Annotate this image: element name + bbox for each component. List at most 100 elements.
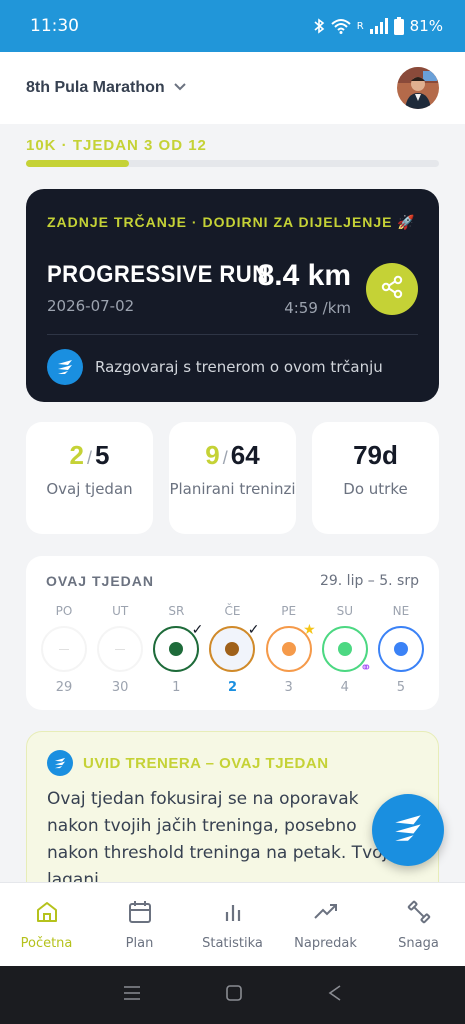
- nav-plan[interactable]: Plan: [95, 899, 185, 951]
- day-item[interactable]: SR ✓ 1: [148, 604, 204, 695]
- stat-value: 2 / 5: [70, 440, 110, 471]
- stat-separator: /: [222, 448, 228, 468]
- star-icon: ★: [303, 621, 316, 637]
- last-run-pace: 4:59 /km: [284, 299, 351, 317]
- day-name: UT: [112, 604, 129, 618]
- insight-title: UVID TRENERA – OVAJ TJEDAN: [83, 754, 329, 772]
- insight-text: Ovaj tjedan fokusiraj se na oporavak nak…: [47, 789, 388, 882]
- day-status-circle: ★: [265, 622, 316, 672]
- insight-header: UVID TRENERA – OVAJ TJEDAN: [47, 750, 329, 776]
- day-number: 5: [396, 680, 406, 695]
- strength-icon: ⚭: [360, 659, 372, 675]
- last-run-distance: 8.4 km: [257, 259, 351, 292]
- stat-card-week[interactable]: 2 / 5 Ovaj tjedan: [26, 422, 153, 534]
- stat-done: 2: [69, 440, 84, 470]
- stat-card-planned[interactable]: 9 / 64 Planirani treninzi: [169, 422, 296, 534]
- coach-chat-link[interactable]: Razgovaraj s trenerom o ovom trčanju: [47, 349, 383, 385]
- coach-logo-icon: [47, 349, 83, 385]
- day-item[interactable]: UT 30: [92, 604, 148, 695]
- stat-label: Planirani treninzi: [169, 480, 296, 498]
- day-name: SR: [168, 604, 185, 618]
- home-icon: [34, 899, 60, 930]
- nav-home[interactable]: Početna: [2, 899, 92, 951]
- coach-fab-button[interactable]: [372, 794, 444, 866]
- coach-chat-text: Razgovaraj s trenerom o ovom trčanju: [95, 358, 383, 376]
- stats-row: 2 / 5 Ovaj tjedan 9 / 64 Planirani treni…: [26, 422, 439, 534]
- day-number: 1: [172, 680, 181, 695]
- day-item[interactable]: PO 29: [36, 604, 92, 695]
- last-run-title: PROGRESSIVE RUN: [47, 261, 269, 288]
- race-name: 8th Pula Marathon: [26, 79, 165, 96]
- day-item[interactable]: NE 5: [373, 604, 429, 695]
- share-icon: [379, 274, 405, 305]
- recents-icon[interactable]: [122, 984, 142, 1007]
- day-item[interactable]: SU ⚭ 4: [317, 604, 373, 695]
- stat-done: 9: [205, 440, 220, 470]
- day-name: SU: [336, 604, 353, 618]
- wifi-icon: [331, 18, 351, 34]
- week-days: PO 29 UT 30 SR ✓ 1 ČE ✓ 2 PE ★ 3 SU ⚭ 4 NE 5: [36, 604, 429, 695]
- plan-progress-fill: [26, 160, 130, 167]
- status-time: 11:30: [30, 16, 79, 36]
- last-run-label: ZADNJE TRČANJE · DODIRNI ZA DIJELJENJE 🚀: [47, 214, 416, 230]
- dumbbell-icon: [406, 899, 432, 930]
- day-name: ČE: [224, 604, 241, 618]
- coach-insight-card[interactable]: UVID TRENERA – OVAJ TJEDAN Ovaj tjedan f…: [26, 731, 439, 882]
- day-number: 4: [340, 680, 349, 695]
- status-bar: 11:30 R 81%: [0, 0, 465, 52]
- workout-dot: [281, 642, 296, 656]
- stat-total: 5: [95, 440, 110, 470]
- bar-chart-icon: [220, 899, 246, 930]
- home-system-icon[interactable]: [225, 984, 243, 1007]
- plan-progress-bar: [26, 160, 439, 167]
- stat-separator: /: [86, 448, 92, 468]
- share-button[interactable]: [366, 263, 418, 315]
- day-item[interactable]: ČE ✓ 2: [204, 604, 260, 695]
- chevron-down-icon: [173, 79, 187, 97]
- divider: [47, 334, 418, 335]
- workout-dot: [337, 642, 352, 656]
- race-selector[interactable]: 8th Pula Marathon: [26, 79, 187, 97]
- calendar-icon: [127, 899, 153, 930]
- workout-dot: [169, 642, 184, 656]
- stat-value: 9 / 64: [205, 440, 259, 471]
- last-run-date: 2026-07-02: [47, 297, 135, 315]
- trend-up-icon: [313, 899, 339, 930]
- bottom-nav: Početna Plan Statistika Napredak Snaga: [0, 882, 465, 966]
- network-label: R: [356, 20, 364, 32]
- bluetooth-icon: [313, 18, 325, 34]
- day-status-circle: [377, 626, 424, 672]
- nav-label: Snaga: [398, 935, 439, 951]
- coach-logo-icon: [388, 808, 428, 853]
- avatar[interactable]: [397, 67, 439, 109]
- nav-label: Statistika: [202, 935, 263, 951]
- day-name: PO: [55, 604, 73, 618]
- checkmark-icon: ✓: [191, 621, 204, 637]
- nav-label: Početna: [20, 935, 73, 951]
- day-status-circle: ⚭: [321, 626, 372, 674]
- system-nav-bar: [0, 966, 465, 1024]
- signal-icon: [369, 18, 388, 34]
- day-item[interactable]: PE ★ 3: [261, 604, 317, 695]
- day-number: 30: [111, 680, 129, 695]
- coach-logo-icon: [47, 750, 73, 776]
- nav-progress[interactable]: Napredak: [281, 899, 371, 951]
- day-number: 3: [284, 680, 293, 695]
- day-name: PE: [281, 604, 297, 618]
- workout-dot: [225, 642, 240, 656]
- day-status-circle: ✓: [153, 622, 203, 672]
- week-title: OVAJ TJEDAN: [46, 573, 154, 589]
- stat-days-left: 79d: [353, 440, 398, 470]
- nav-stats[interactable]: Statistika: [188, 899, 278, 951]
- stat-label: Do utrke: [343, 480, 408, 498]
- home-content[interactable]: 10K · TJEDAN 3 OD 12 ZADNJE TRČANJE · DO…: [0, 124, 465, 882]
- stat-value: 79d: [353, 440, 398, 471]
- stat-total: 64: [230, 440, 260, 470]
- stat-card-countdown[interactable]: 79d Do utrke: [312, 422, 439, 534]
- last-run-card[interactable]: ZADNJE TRČANJE · DODIRNI ZA DIJELJENJE 🚀…: [26, 189, 439, 402]
- day-number: 2: [227, 680, 237, 695]
- week-card: OVAJ TJEDAN 29. lip – 5. srp PO 29 UT 30 SR ✓…: [26, 556, 439, 710]
- nav-strength[interactable]: Snaga: [374, 899, 464, 951]
- plan-week-label: 10K · TJEDAN 3 OD 12: [26, 137, 207, 154]
- back-icon[interactable]: [326, 984, 344, 1007]
